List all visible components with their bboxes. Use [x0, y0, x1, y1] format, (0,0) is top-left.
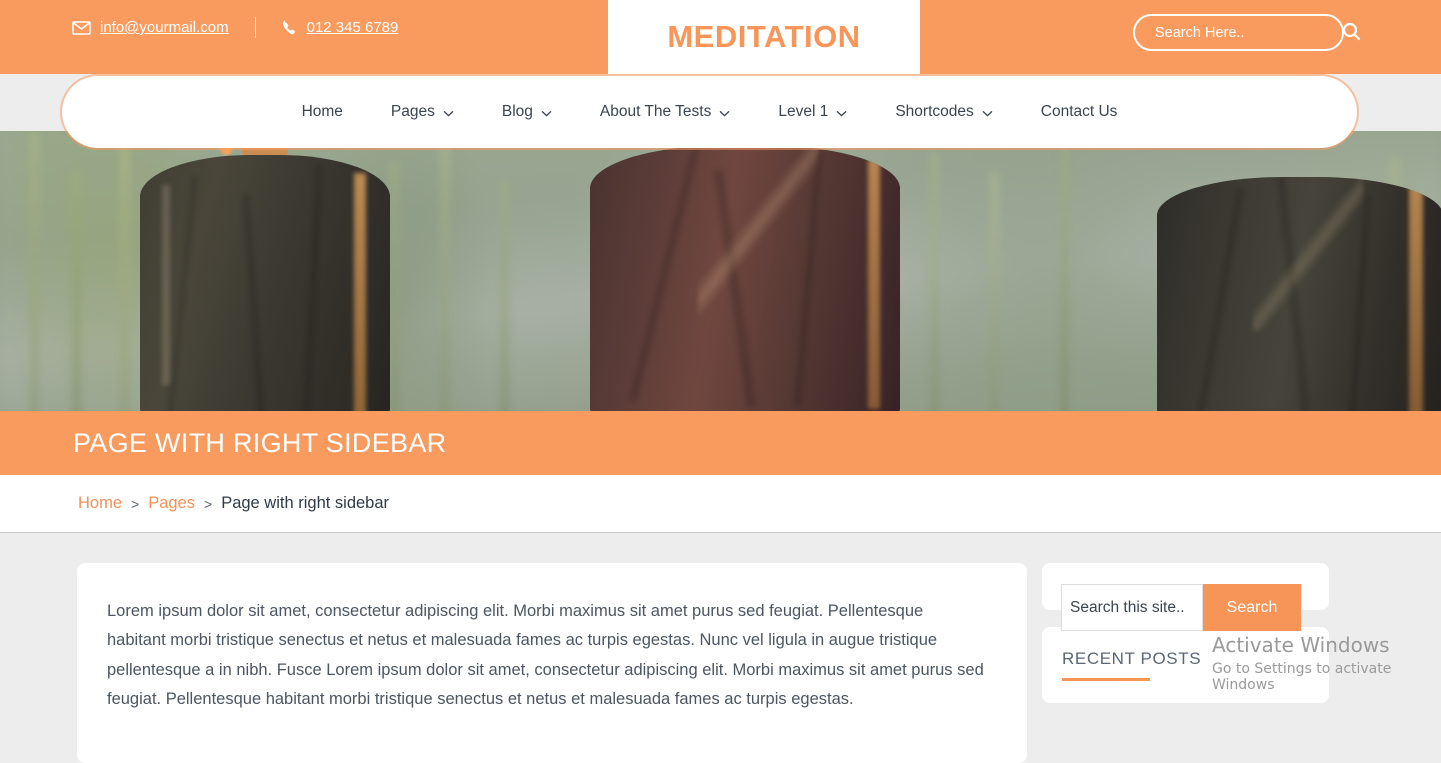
title-underline: [1062, 678, 1150, 681]
nav-label: Contact Us: [1040, 103, 1118, 120]
nav-item-contact-us[interactable]: Contact Us: [1017, 103, 1142, 121]
nav-list: Home Pages Blog About The Tests Level 1: [278, 103, 1142, 121]
chevron-down-icon: [541, 110, 552, 117]
breadcrumb-bar: Home > Pages > Page with right sidebar: [0, 475, 1441, 533]
nav-label: Blog: [501, 103, 533, 120]
email-text: info@yourmail.com: [100, 19, 229, 36]
envelope-icon: [72, 20, 91, 35]
nav-item-blog[interactable]: Blog: [478, 103, 576, 121]
nav-item-shortcodes[interactable]: Shortcodes: [871, 103, 1016, 121]
main-content-card: Lorem ipsum dolor sit amet, consectetur …: [77, 563, 1027, 763]
breadcrumb-item-pages[interactable]: Pages: [148, 494, 195, 513]
right-sidebar: Search RECENT POSTS: [1042, 563, 1329, 720]
nav-item-home[interactable]: Home: [278, 103, 367, 121]
page-content-area: Lorem ipsum dolor sit amet, consectetur …: [0, 533, 1441, 763]
breadcrumb: Home > Pages > Page with right sidebar: [0, 494, 389, 513]
recent-posts-widget: RECENT POSTS: [1042, 627, 1329, 703]
main-navigation: Home Pages Blog About The Tests Level 1: [62, 76, 1357, 148]
chevron-down-icon: [443, 110, 454, 117]
sidebar-search-widget: Search: [1042, 563, 1329, 631]
header-search-form[interactable]: [1133, 14, 1361, 51]
sidebar-search-button[interactable]: Search: [1203, 584, 1301, 631]
nav-label: Shortcodes: [895, 103, 974, 120]
breadcrumb-separator: >: [204, 495, 213, 512]
monk-figure-right: [1155, 131, 1441, 411]
search-icon: [1342, 22, 1361, 44]
sidebar-search-form[interactable]: Search: [1061, 584, 1310, 631]
recent-posts-title: RECENT POSTS: [1062, 649, 1202, 668]
hero-banner-image: [0, 131, 1441, 411]
logo-text: MEDITATION: [667, 19, 861, 54]
phone-text: 012 345 6789: [306, 19, 399, 36]
chevron-down-icon: [719, 110, 730, 117]
chevron-down-icon: [836, 110, 847, 117]
nav-label: Home: [301, 103, 343, 120]
sidebar-search-input[interactable]: [1061, 584, 1203, 631]
breadcrumb-separator: >: [131, 495, 140, 512]
nav-label: Pages: [390, 103, 435, 120]
page-title: PAGE WITH RIGHT SIDEBAR: [73, 427, 447, 458]
divider: [254, 17, 256, 38]
phone-link[interactable]: 012 345 6789: [282, 19, 399, 36]
breadcrumb-item-home[interactable]: Home: [78, 494, 122, 513]
content-paragraph: Lorem ipsum dolor sit amet, consectetur …: [107, 602, 984, 709]
breadcrumb-item-current: Page with right sidebar: [221, 494, 390, 512]
nav-item-level-1[interactable]: Level 1: [754, 103, 871, 121]
phone-icon: [282, 20, 298, 36]
monk-figure-left: [130, 131, 400, 411]
header-search-button[interactable]: [1342, 16, 1361, 49]
header-search-input[interactable]: [1135, 16, 1342, 49]
logo[interactable]: MEDITATION: [608, 0, 920, 74]
nav-item-about-the-tests[interactable]: About The Tests: [576, 103, 754, 121]
email-link[interactable]: info@yourmail.com: [72, 19, 229, 36]
nav-label: Level 1: [778, 103, 829, 120]
contact-info: info@yourmail.com 012 345 6789: [72, 17, 398, 38]
page-title-banner: PAGE WITH RIGHT SIDEBAR: [0, 411, 1441, 475]
nav-item-pages[interactable]: Pages: [367, 103, 478, 121]
monk-figure-center: [580, 131, 910, 411]
nav-label: About The Tests: [599, 103, 712, 120]
chevron-down-icon: [982, 110, 993, 117]
